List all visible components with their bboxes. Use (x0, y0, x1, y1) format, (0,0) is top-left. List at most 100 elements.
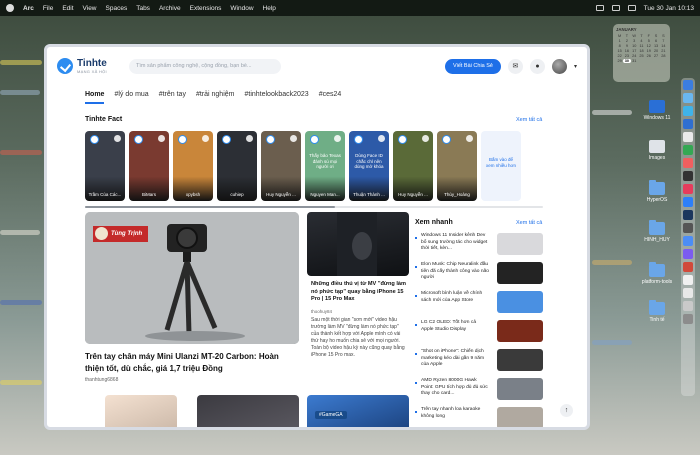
news-item[interactable]: Elon Musk: Chip Neuralink đầu tiên đã cấ… (415, 262, 543, 291)
card2-image[interactable] (307, 212, 409, 276)
news-title[interactable]: Microsoft bình luận về chính sách mới củ… (421, 291, 489, 304)
calendar-day[interactable]: 11 (638, 44, 645, 48)
downloads-icon[interactable] (683, 301, 693, 311)
calendar-day[interactable]: 15 (616, 49, 623, 53)
tab-tren-tay[interactable]: #trên tay (159, 91, 186, 104)
edge-icon[interactable] (683, 119, 693, 129)
calendar-day[interactable]: 8 (616, 44, 623, 48)
news-title[interactable]: Elon Musk: Chip Neuralink đầu tiên đã cấ… (421, 262, 489, 282)
trash-icon[interactable] (683, 314, 693, 324)
finder-icon[interactable] (683, 80, 693, 90)
calendar-day[interactable]: 19 (645, 49, 652, 53)
news-item[interactable]: Windows 11 Insider kênh Dev bổ sung trườ… (415, 233, 543, 262)
search-input[interactable]: Tìm sản phẩm công nghệ, cộng đồng, bạn b… (128, 58, 281, 74)
news-title[interactable]: Windows 11 Insider kênh Dev bổ sung trườ… (421, 233, 489, 253)
card2-author[interactable]: thoohuy84 (311, 309, 332, 314)
calendar-day[interactable]: 13 (652, 44, 659, 48)
tinhte-logo-icon[interactable] (57, 58, 73, 74)
news-thumbnail[interactable] (497, 407, 543, 427)
card2-title[interactable]: Những điều thú vị từ MV "đừng làm nó phứ… (311, 281, 407, 304)
tab-trai-nghiem[interactable]: #trải nghiệm (196, 91, 235, 104)
telegram-icon[interactable] (683, 236, 693, 246)
battery-icon[interactable] (595, 5, 604, 11)
story-card[interactable]: Huy Nguyễn ... (393, 131, 433, 201)
site-logo[interactable]: Tinhte MẠNG XÃ HỘI (77, 58, 107, 74)
music-icon[interactable] (683, 171, 693, 181)
calendar-day[interactable]: 29 (616, 59, 623, 63)
calendar-day[interactable]: 25 (638, 54, 645, 58)
calendar-day[interactable]: 18 (638, 49, 645, 53)
news-thumbnail[interactable] (497, 291, 543, 313)
calendar-day[interactable]: 9 (623, 44, 630, 48)
desktop-icon-windows11[interactable]: Windows 11 (637, 100, 677, 121)
article-thumb[interactable] (197, 395, 299, 427)
menu-window[interactable]: Window (230, 5, 253, 12)
story-more-button[interactable]: Bấm vào để xem nhiều hơn (481, 131, 521, 201)
article-thumb[interactable] (105, 395, 177, 427)
menu-file[interactable]: File (43, 5, 53, 12)
messages-icon[interactable] (683, 145, 693, 155)
hero-title[interactable]: Trên tay chân máy Mini Ulanzi MT-20 Carb… (85, 351, 299, 374)
control-center-icon[interactable] (627, 5, 636, 11)
scroll-top-icon[interactable]: ↑ (560, 404, 573, 417)
messages-icon[interactable]: ✉ (507, 58, 523, 74)
menu-help[interactable]: Help (263, 5, 276, 12)
menu-app[interactable]: Arc (23, 5, 34, 12)
calendar-widget[interactable]: JANUARY M T W T F S S 1 2 3 4 5 6 7 8 9 10 11 12 13 14 15 16 17… (613, 24, 670, 82)
apple-icon[interactable] (6, 4, 14, 12)
news-thumbnail[interactable] (497, 262, 543, 284)
desktop-icon-tinh-te[interactable]: Tinh tế (637, 300, 677, 323)
calendar-day[interactable]: 5 (645, 39, 652, 43)
calendar-day[interactable]: 7 (660, 39, 667, 43)
desktop-icon-platform-tools[interactable]: platform-tools (637, 262, 677, 285)
lightroom-icon[interactable] (683, 210, 693, 220)
chevron-down-icon[interactable]: ▾ (574, 63, 577, 70)
news-title[interactable]: LG C2 OLED: Tốt hơn cả Apple Studio Disp… (421, 320, 489, 333)
news-see-all-link[interactable]: Xem tất cả (516, 220, 542, 226)
desktop-icon-hinh-huy[interactable]: HINH_HUY (637, 220, 677, 243)
story-card[interactable]: cuhiep (217, 131, 257, 201)
messenger-icon[interactable] (683, 249, 693, 259)
calendar-day[interactable]: 2 (623, 39, 630, 43)
calendar-day[interactable]: 23 (623, 54, 630, 58)
news-title[interactable]: AMD Ryzen 8000G Hawk Point: GPU tích hợp… (421, 378, 489, 398)
fact-see-all-link[interactable]: Xem tất cả (516, 117, 542, 123)
notion-icon[interactable] (683, 275, 693, 285)
news-title[interactable]: "Shot on iPhone": Chiến dịch marketing k… (421, 349, 489, 369)
user-avatar[interactable] (551, 58, 567, 74)
calendar-day[interactable]: 24 (631, 54, 638, 58)
news-item[interactable]: Microsoft bình luận về chính sách mới củ… (415, 291, 543, 320)
calendar-day[interactable]: 17 (631, 49, 638, 53)
menu-tabs[interactable]: Tabs (136, 5, 150, 12)
write-post-button[interactable]: Viết Bài Chia Sẻ (445, 58, 501, 74)
terminal-icon[interactable] (683, 223, 693, 233)
wifi-icon[interactable] (611, 5, 620, 11)
carousel-scrollbar[interactable] (85, 206, 543, 208)
menu-edit[interactable]: Edit (62, 5, 73, 12)
news-item[interactable]: LG C2 OLED: Tốt hơn cả Apple Studio Disp… (415, 320, 543, 349)
news-item[interactable]: AMD Ryzen 8000G Hawk Point: GPU tích hợp… (415, 378, 543, 407)
chrome-icon[interactable] (683, 132, 693, 142)
preview-icon[interactable] (683, 288, 693, 298)
story-card[interactable]: Thủy_Hoàng (437, 131, 477, 201)
office-icon[interactable] (683, 262, 693, 272)
tab-lookback[interactable]: #tinhtelookback2023 (244, 91, 308, 104)
menu-view[interactable]: View (83, 5, 97, 12)
notifications-icon[interactable]: ● (529, 58, 545, 74)
calendar-day[interactable]: 26 (645, 54, 652, 58)
calendar-day[interactable]: 27 (652, 54, 659, 58)
calendar-day[interactable]: 3 (631, 39, 638, 43)
story-card[interactable]: Dùng Face ID chắc chỉ nên dùng mở khóa Th… (349, 131, 389, 201)
news-thumbnail[interactable] (497, 233, 543, 255)
calendar-day[interactable]: 14 (660, 44, 667, 48)
calendar-day[interactable]: 22 (616, 54, 623, 58)
story-card[interactable]: Thấy bảo Texas đánh sú mọi người ơi Nguye… (305, 131, 345, 201)
news-thumbnail[interactable] (497, 378, 543, 400)
menu-spaces[interactable]: Spaces (106, 5, 128, 12)
scrollbar-thumb[interactable] (85, 206, 335, 208)
photos-icon[interactable] (683, 158, 693, 168)
calendar-day[interactable]: 12 (645, 44, 652, 48)
story-card[interactable]: Huy Nguyễn ... (261, 131, 301, 201)
calendar-day[interactable]: 31 (631, 59, 638, 63)
calendar-day[interactable]: 21 (660, 49, 667, 53)
